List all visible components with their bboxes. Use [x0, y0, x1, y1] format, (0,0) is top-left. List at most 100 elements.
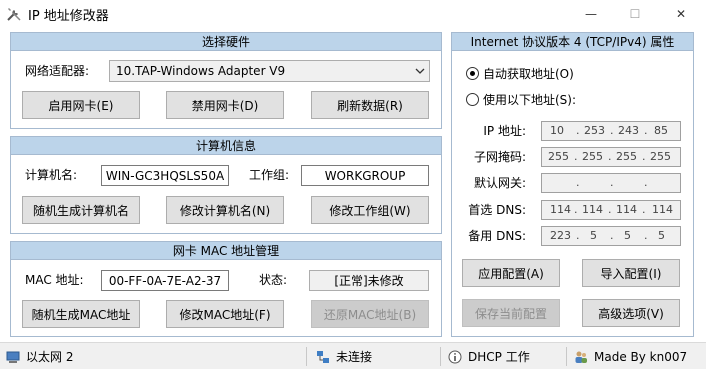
refresh-data-button[interactable]: 刷新数据(R)	[311, 91, 429, 119]
mac-status-label: 状态:	[259, 273, 288, 287]
auto-address-label: 自动获取地址(O)	[483, 67, 574, 81]
network-name: 以太网 2	[26, 350, 74, 364]
alternate-dns-label: 备用 DNS:	[468, 229, 526, 243]
mac-address-field[interactable]: 00-FF-0A-7E-A2-37	[101, 270, 229, 291]
dns1-octet-3: 114	[616, 203, 637, 216]
mask-octet-2: 255	[582, 150, 603, 163]
auto-address-radio[interactable]: 自动获取地址(O)	[466, 65, 574, 82]
minimize-button[interactable]: —	[568, 0, 614, 28]
status-divider	[306, 347, 307, 366]
ip-dot: .	[642, 203, 646, 216]
status-divider	[566, 347, 567, 366]
mask-octet-3: 255	[616, 150, 637, 163]
dhcp-status: DHCP 工作	[468, 350, 530, 364]
ip-dot: .	[642, 150, 646, 163]
dns1-octet-1: 114	[550, 203, 571, 216]
status-divider	[440, 347, 441, 366]
dns1-octet-2: 114	[582, 203, 603, 216]
mac-address-label: MAC 地址:	[25, 273, 84, 287]
radio-unselected-icon	[466, 93, 479, 106]
mac-group-header: 网卡 MAC 地址管理	[11, 242, 441, 260]
author-credit: Made By kn007	[594, 349, 688, 364]
connection-status: 未连接	[336, 350, 373, 364]
subnet-mask-label: 子网掩码:	[473, 150, 526, 164]
mask-octet-4: 255	[650, 150, 671, 163]
radio-selected-icon	[466, 67, 479, 80]
chevron-down-icon	[411, 68, 429, 74]
restore-mac-button[interactable]: 还原MAC地址(B)	[311, 300, 429, 328]
random-mac-button[interactable]: 随机生成MAC地址	[22, 300, 140, 328]
subnet-mask-input[interactable]: 255 . 255 . 255 . 255	[541, 147, 681, 167]
ip-dot: .	[574, 203, 578, 216]
preferred-dns-label: 首选 DNS:	[468, 203, 526, 217]
ip-address-input[interactable]: 10 . 253 . 243 . 85	[541, 121, 681, 141]
mac-status-badge: [正常]未修改	[309, 270, 429, 291]
network-computer-icon	[6, 351, 20, 363]
computer-info-header: 计算机信息	[11, 137, 441, 155]
alternate-dns-input[interactable]: 223 . 5 . 5 . 5	[541, 226, 681, 246]
ip-dot: .	[576, 124, 580, 137]
window-title: IP 地址修改器	[28, 9, 109, 24]
main-content: 选择硬件 网络适配器: 10.TAP-Windows Adapter V9 启用…	[0, 28, 706, 342]
ip-octet-4: 85	[654, 124, 668, 137]
computer-info-group: 计算机信息 计算机名: WIN-GC3HQSLS50A 工作组: WORKGRO…	[10, 136, 442, 234]
import-config-button[interactable]: 导入配置(I)	[582, 259, 680, 287]
adapter-label: 网络适配器:	[25, 64, 90, 78]
ip-dot: .	[608, 203, 612, 216]
network-cable-icon	[317, 350, 329, 363]
ip-octet-1: 10	[550, 124, 564, 137]
ip-dot: .	[610, 229, 614, 242]
mask-octet-1: 255	[548, 150, 569, 163]
adapter-select[interactable]: 10.TAP-Windows Adapter V9	[109, 60, 430, 82]
ip-dot: .	[644, 124, 648, 137]
modify-workgroup-button[interactable]: 修改工作组(W)	[311, 196, 429, 224]
status-network: 以太网 2	[6, 343, 73, 369]
ip-dot: .	[644, 229, 648, 242]
close-button[interactable]: ✕	[658, 0, 704, 28]
disable-adapter-button[interactable]: 禁用网卡(D)	[166, 91, 284, 119]
workgroup-field[interactable]: WORKGROUP	[301, 165, 429, 186]
ipv4-group: Internet 协议版本 4 (TCP/IPv4) 属性 自动获取地址(O) …	[451, 32, 694, 337]
adapter-select-value: 10.TAP-Windows Adapter V9	[116, 64, 286, 78]
modify-computer-name-button[interactable]: 修改计算机名(N)	[166, 196, 284, 224]
advanced-options-button[interactable]: 高级选项(V)	[582, 299, 680, 327]
status-connection: 未连接	[316, 343, 372, 369]
ip-dot: .	[608, 150, 612, 163]
modify-mac-button[interactable]: 修改MAC地址(F)	[166, 300, 284, 328]
status-author: Made By kn007	[574, 343, 687, 369]
ip-dot: .	[576, 176, 580, 189]
dns2-octet-4: 5	[658, 229, 665, 242]
info-icon	[448, 350, 462, 363]
ip-dot: .	[610, 124, 614, 137]
title-bar: IP 地址修改器 — ☐ ✕	[0, 0, 706, 28]
computer-name-field[interactable]: WIN-GC3HQSLS50A	[101, 165, 229, 186]
preferred-dns-input[interactable]: 114 . 114 . 114 . 114	[541, 200, 681, 220]
ip-dot: .	[574, 150, 578, 163]
save-config-button[interactable]: 保存当前配置	[462, 299, 560, 327]
dns2-octet-2: 5	[590, 229, 597, 242]
default-gateway-label: 默认网关:	[473, 176, 526, 190]
dns2-octet-3: 5	[624, 229, 631, 242]
dns1-octet-4: 114	[652, 203, 673, 216]
manual-address-label: 使用以下地址(S):	[483, 93, 577, 107]
workgroup-label: 工作组:	[249, 168, 290, 182]
ip-address-label: IP 地址:	[483, 124, 526, 138]
ip-octet-3: 243	[618, 124, 639, 137]
ip-dot: .	[610, 176, 614, 189]
manual-address-radio[interactable]: 使用以下地址(S):	[466, 91, 576, 108]
dns2-octet-1: 223	[550, 229, 571, 242]
ip-dot: .	[644, 176, 648, 189]
apply-config-button[interactable]: 应用配置(A)	[462, 259, 560, 287]
random-computer-name-button[interactable]: 随机生成计算机名	[22, 196, 140, 224]
maximize-button[interactable]: ☐	[612, 0, 658, 28]
status-bar: 以太网 2 未连接 DHCP 工作 Made By kn007	[0, 342, 706, 369]
status-dhcp: DHCP 工作	[448, 343, 530, 369]
hardware-group: 选择硬件 网络适配器: 10.TAP-Windows Adapter V9 启用…	[10, 32, 442, 129]
tools-icon	[7, 8, 21, 21]
ipv4-group-header: Internet 协议版本 4 (TCP/IPv4) 属性	[452, 33, 693, 51]
enable-adapter-button[interactable]: 启用网卡(E)	[22, 91, 140, 119]
ip-octet-2: 253	[584, 124, 605, 137]
ip-dot: .	[576, 229, 580, 242]
default-gateway-input[interactable]: . . .	[541, 173, 681, 193]
users-icon	[575, 351, 587, 363]
